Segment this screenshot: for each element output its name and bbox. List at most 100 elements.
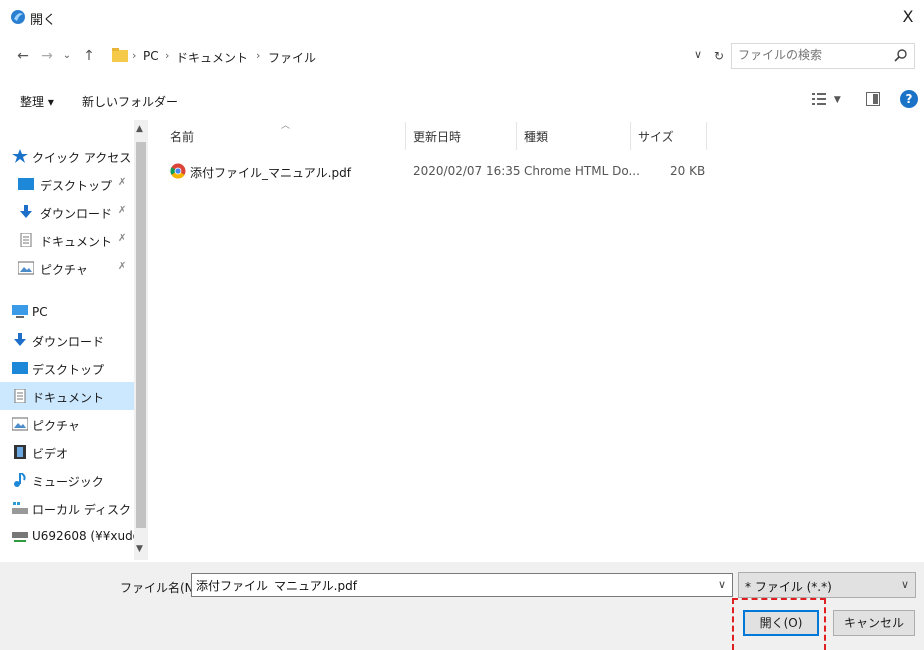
document-icon xyxy=(14,389,26,403)
column-header-name[interactable]: 名前 xyxy=(170,128,194,145)
details-view-icon xyxy=(812,92,826,105)
column-divider[interactable] xyxy=(405,122,406,150)
picture-icon xyxy=(12,417,28,431)
filename-input[interactable] xyxy=(196,578,706,592)
pin-icon: ✗ xyxy=(118,177,127,188)
nav-item-label: PC xyxy=(32,305,48,319)
nav-item-label: デスクトップ xyxy=(40,179,113,193)
file-row[interactable]: 添付ファイル_マニュアル.pdf 2020/02/07 16:35 Chrome… xyxy=(160,158,720,184)
nav-item-label: ミュージック xyxy=(32,475,104,489)
nav-item-label: ピクチャ xyxy=(32,419,80,433)
breadcrumb-separator: › xyxy=(256,49,261,62)
filename-combobox[interactable]: ∨ xyxy=(191,573,733,597)
music-icon xyxy=(14,473,26,487)
pc-icon xyxy=(12,305,28,318)
picture-icon xyxy=(18,261,34,275)
column-header-type[interactable]: 種類 xyxy=(524,128,548,145)
sort-ascending-icon: ︿ xyxy=(281,121,291,131)
scroll-up-icon[interactable]: ▲ xyxy=(136,124,143,134)
breadcrumb-files[interactable]: ファイル xyxy=(268,49,316,66)
forward-arrow-icon[interactable]: → xyxy=(38,46,56,66)
file-modified: 2020/02/07 16:35 xyxy=(413,164,521,178)
refresh-icon[interactable]: ↻ xyxy=(710,45,728,67)
nav-item-label: ビデオ xyxy=(32,447,69,461)
nav-item-pictures[interactable]: ピクチャ ✗ xyxy=(0,254,134,282)
file-name: 添付ファイル_マニュアル.pdf xyxy=(190,166,351,180)
nav-item-label: ダウンロード xyxy=(32,335,105,349)
file-size: 20 KB xyxy=(670,164,706,178)
scroll-down-icon[interactable]: ▼ xyxy=(136,544,143,554)
nav-item-documents-selected[interactable]: ドキュメント xyxy=(0,382,134,410)
search-icon[interactable] xyxy=(894,48,908,62)
nav-item-label: ドキュメント xyxy=(40,235,113,249)
chevron-down-icon: ∨ xyxy=(900,578,909,591)
pin-icon: ✗ xyxy=(118,261,127,272)
nav-item-label: U692608 (¥¥xudo xyxy=(32,529,141,543)
close-button[interactable]: X xyxy=(896,6,920,28)
video-icon xyxy=(14,445,26,459)
nav-item-local-disk[interactable]: ローカル ディスク (C xyxy=(0,494,148,522)
file-type: Chrome HTML Do... xyxy=(524,164,640,178)
recent-locations-chevron-icon[interactable]: ⌄ xyxy=(58,46,76,66)
navigation-pane: クイック アクセス デスクトップ ✗ ダウンロード ✗ ドキュメント ✗ ピクチ… xyxy=(0,120,148,560)
breadcrumb-documents[interactable]: ドキュメント xyxy=(176,49,248,66)
title-bar xyxy=(0,0,924,34)
nav-item-quick-access[interactable]: クイック アクセス xyxy=(0,142,134,170)
new-folder-button[interactable]: 新しいフォルダー xyxy=(82,93,178,110)
search-input[interactable] xyxy=(738,48,888,62)
app-icon xyxy=(11,10,25,24)
back-arrow-icon[interactable]: ← xyxy=(14,46,32,66)
open-button[interactable]: 開く(O) xyxy=(743,610,819,636)
filetype-value: * ファイル (*.*) xyxy=(745,580,832,594)
view-options-icon[interactable]: ▼ xyxy=(812,91,848,109)
column-header-size[interactable]: サイズ xyxy=(638,128,674,145)
desktop-icon xyxy=(12,362,28,374)
chevron-down-icon: ▼ xyxy=(833,95,841,105)
filetype-select[interactable]: * ファイル (*.*) ∨ xyxy=(738,572,916,598)
breadcrumb-pc[interactable]: PC xyxy=(143,49,159,63)
nav-item-desktop[interactable]: デスクトップ ✗ xyxy=(0,170,134,198)
address-dropdown-chevron-icon[interactable]: ∨ xyxy=(694,48,702,61)
nav-item-pictures[interactable]: ピクチャ xyxy=(0,410,134,438)
disk-icon xyxy=(12,502,28,514)
nav-item-network-drive[interactable]: U692608 (¥¥xudo xyxy=(0,522,140,550)
nav-item-label: ピクチャ xyxy=(40,263,88,277)
breadcrumb-separator: › xyxy=(165,49,170,62)
column-divider[interactable] xyxy=(630,122,631,150)
nav-item-downloads[interactable]: ダウンロード xyxy=(0,326,134,354)
nav-scrollbar[interactable]: ▲ ▼ xyxy=(134,120,148,560)
nav-item-desktop[interactable]: デスクトップ xyxy=(0,354,134,382)
pin-icon: ✗ xyxy=(118,233,127,244)
nav-item-documents[interactable]: ドキュメント ✗ xyxy=(0,226,134,254)
up-arrow-icon[interactable]: ↑ xyxy=(80,46,98,66)
nav-item-music[interactable]: ミュージック xyxy=(0,466,134,494)
column-divider[interactable] xyxy=(516,122,517,150)
chevron-down-icon[interactable]: ∨ xyxy=(718,578,726,591)
column-divider[interactable] xyxy=(706,122,707,150)
nav-item-label: デスクトップ xyxy=(32,363,105,377)
organize-button[interactable]: 整理 ▾ xyxy=(20,93,54,110)
document-icon xyxy=(20,233,32,247)
window-title: 開く xyxy=(30,13,57,28)
download-icon xyxy=(14,333,26,346)
scroll-thumb[interactable] xyxy=(136,142,146,528)
folder-icon xyxy=(112,48,128,62)
nav-item-downloads[interactable]: ダウンロード ✗ xyxy=(0,198,134,226)
column-header-modified[interactable]: 更新日時 xyxy=(413,128,461,145)
chrome-icon xyxy=(170,163,186,179)
search-box[interactable] xyxy=(731,43,915,69)
pin-icon: ✗ xyxy=(118,205,127,216)
desktop-icon xyxy=(18,178,34,190)
nav-item-label: ダウンロード xyxy=(40,207,113,221)
nav-item-label: ドキュメント xyxy=(32,391,105,405)
network-drive-icon xyxy=(12,532,28,542)
preview-pane-icon[interactable] xyxy=(866,92,880,106)
breadcrumb-separator: › xyxy=(132,49,137,62)
nav-item-videos[interactable]: ビデオ xyxy=(0,438,134,466)
cancel-button[interactable]: キャンセル xyxy=(833,610,915,636)
download-icon xyxy=(20,205,32,218)
help-icon[interactable]: ? xyxy=(900,90,918,108)
nav-item-label: クイック アクセス xyxy=(32,151,132,165)
nav-item-label: ローカル ディスク (C xyxy=(32,503,148,517)
nav-item-pc[interactable]: PC xyxy=(0,298,134,326)
